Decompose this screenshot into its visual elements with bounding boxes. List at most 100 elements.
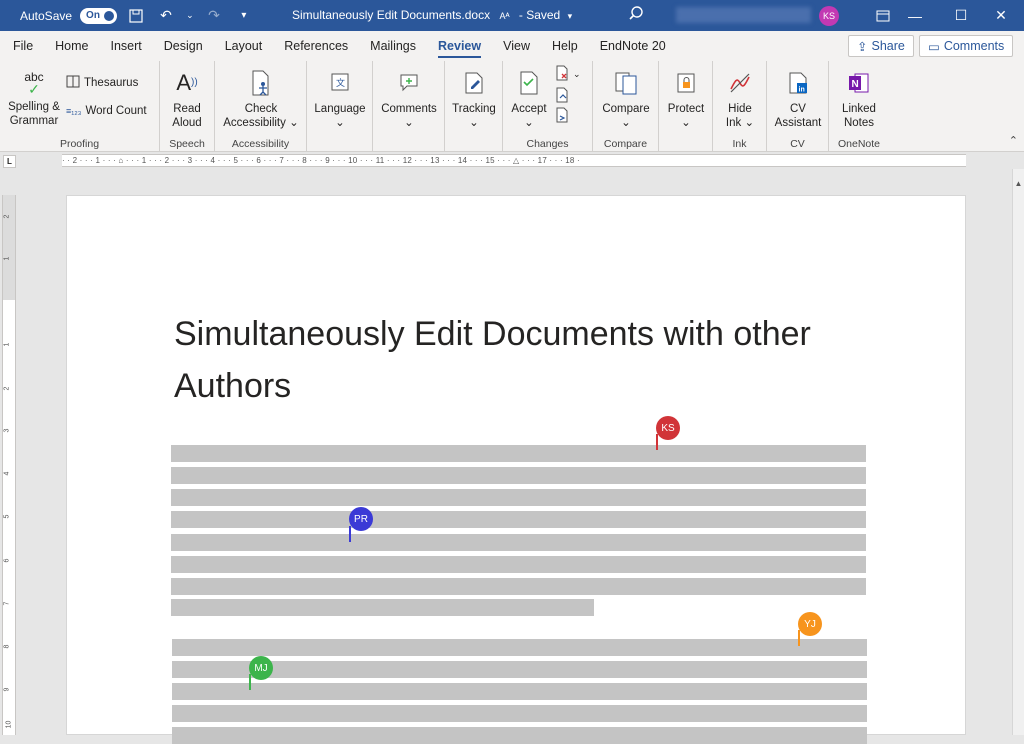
tab-insert[interactable]: Insert	[100, 31, 153, 61]
hide-ink-button[interactable]: Hide Ink ⌄	[717, 67, 763, 130]
vruler-mark: 1	[3, 342, 11, 347]
collaborator-cursor-pr[interactable]: PR	[349, 507, 373, 531]
protect-button[interactable]: Protect ⌄	[663, 67, 709, 130]
chevron-down-icon: ⌄	[469, 117, 479, 129]
scroll-up-icon[interactable]: ▲	[1013, 179, 1024, 189]
text-line-placeholder[interactable]	[172, 639, 867, 656]
minimize-icon[interactable]: —	[892, 0, 938, 31]
group-comments: Comments ⌄	[373, 61, 445, 152]
vruler-mark: 6	[3, 558, 11, 563]
svg-text:in: in	[799, 87, 805, 94]
chevron-down-icon: ⌄	[335, 117, 345, 129]
text-line-placeholder[interactable]	[171, 467, 866, 484]
text-line-placeholder[interactable]	[171, 489, 866, 506]
reject-icon	[555, 65, 569, 84]
share-button[interactable]: ⇪ Share	[848, 35, 914, 57]
tab-file[interactable]: File	[2, 31, 44, 61]
collaborator-cursor-yj[interactable]: YJ	[798, 612, 822, 636]
text-line-placeholder[interactable]	[172, 683, 867, 700]
thesaurus-button[interactable]: Thesaurus	[66, 75, 138, 91]
tab-endnote[interactable]: EndNote 20	[589, 31, 677, 61]
collaborator-cursor-mj[interactable]: MJ	[249, 656, 273, 680]
cv-assistant-button[interactable]: in CV Assistant	[771, 67, 825, 130]
tracking-button[interactable]: Tracking ⌄	[449, 67, 499, 130]
tab-help[interactable]: Help	[541, 31, 589, 61]
language-icon: 文	[327, 67, 353, 99]
collapse-ribbon-icon[interactable]: ⌃	[1009, 134, 1018, 147]
vertical-ruler[interactable]: 2 1 1 2 3 4 5 6 7 8 9 10	[2, 195, 16, 735]
tab-layout[interactable]: Layout	[214, 31, 274, 61]
text-line-placeholder[interactable]	[171, 578, 866, 595]
document-page[interactable]: Simultaneously Edit Documents with other…	[66, 195, 966, 744]
previous-change-button[interactable]	[555, 87, 569, 106]
reject-button[interactable]: ⌄	[555, 65, 581, 84]
autosave-state: On	[86, 10, 100, 21]
group-onenote: N Linked Notes OneNote	[829, 61, 889, 152]
accessibility-group-label: Accessibility	[231, 138, 290, 150]
text-line-placeholder[interactable]	[172, 705, 867, 722]
tab-design[interactable]: Design	[153, 31, 214, 61]
text-line-placeholder[interactable]	[171, 556, 866, 573]
language-label: Language	[314, 103, 366, 115]
collaborator-cursor-ks[interactable]: KS	[656, 416, 680, 440]
document-title-bar[interactable]: Simultaneously Edit Documents.docx Aᴬ - …	[292, 8, 572, 22]
chevron-down-icon: ▾	[567, 11, 573, 21]
collaborator-caret-mj	[249, 674, 251, 690]
save-icon[interactable]	[125, 5, 147, 27]
chevron-down-icon: ⌄	[621, 117, 631, 129]
tab-home[interactable]: Home	[44, 31, 99, 61]
collaborator-caret-yj	[798, 630, 800, 646]
spelling-label-1: Spelling &	[8, 101, 60, 113]
tab-selector[interactable]: L	[3, 155, 16, 168]
text-line-placeholder[interactable]	[172, 661, 867, 678]
ink-group-label: Ink	[732, 138, 747, 150]
comments-ribbon-button[interactable]: Comments ⌄	[377, 67, 441, 130]
search-icon[interactable]	[628, 4, 644, 27]
text-line-placeholder[interactable]	[171, 534, 866, 551]
group-accessibility: Check Accessibility ⌄ Accessibility	[215, 61, 307, 152]
undo-icon[interactable]: ↶	[155, 5, 177, 27]
track-changes-icon	[461, 67, 487, 99]
group-ink: Hide Ink ⌄ Ink	[713, 61, 767, 152]
accept-button[interactable]: Accept ⌄	[507, 67, 551, 130]
lock-icon	[673, 67, 699, 99]
word-count-label: Word Count	[85, 105, 147, 117]
hide-ink-label-2-wrap: Ink ⌄	[725, 117, 755, 129]
undo-dropdown-icon[interactable]: ⌄	[185, 5, 195, 27]
redo-icon[interactable]: ↷	[203, 5, 225, 27]
spelling-grammar-button[interactable]: abc ✓ Spelling & Grammar	[6, 67, 62, 128]
account-name[interactable]	[676, 7, 811, 23]
tab-view[interactable]: View	[492, 31, 541, 61]
avatar[interactable]: KS	[819, 6, 839, 26]
comments-button[interactable]: ▭ Comments	[919, 35, 1014, 57]
customize-toolbar-icon[interactable]: ▾	[233, 5, 255, 27]
chevron-down-icon: ⌄	[524, 117, 534, 129]
text-line-placeholder[interactable]	[171, 599, 594, 616]
ink-icon	[727, 67, 753, 99]
document-heading[interactable]: Simultaneously Edit Documents with other…	[174, 308, 814, 412]
compare-button[interactable]: Compare ⌄	[597, 67, 655, 130]
vertical-scrollbar[interactable]: ▲	[1012, 169, 1024, 735]
save-status: - Saved	[518, 8, 561, 22]
check-label-2-wrap: Accessibility ⌄	[223, 117, 299, 129]
tab-mailings[interactable]: Mailings	[359, 31, 427, 61]
changes-group-label: Changes	[526, 138, 569, 150]
chevron-down-icon: ⌄	[573, 69, 581, 79]
word-count-button[interactable]: ≡₁₂₃ Word Count	[66, 105, 147, 117]
quick-access-toolbar: AutoSave On ↶ ⌄ ↷ ▾	[0, 5, 255, 27]
tab-references[interactable]: References	[273, 31, 359, 61]
read-aloud-label-2: Aloud	[172, 117, 202, 129]
text-line-placeholder[interactable]	[171, 445, 866, 462]
language-button[interactable]: 文 Language ⌄	[311, 67, 369, 130]
ribbon: abc ✓ Spelling & Grammar Thesaurus ≡₁₂₃ …	[0, 61, 1024, 152]
check-accessibility-button[interactable]: Check Accessibility ⌄	[219, 67, 303, 130]
ruler-scale[interactable]: · · 2 · · · 1 · · · ⌂ · · · 1 · · · 2 · …	[62, 154, 966, 167]
read-aloud-button[interactable]: A)) Read Aloud	[166, 67, 208, 130]
tab-review[interactable]: Review	[427, 31, 492, 61]
text-line-placeholder[interactable]	[171, 511, 866, 528]
autosave-toggle[interactable]: On	[80, 7, 117, 24]
close-icon[interactable]: ✕	[978, 0, 1024, 31]
linked-notes-button[interactable]: N Linked Notes	[833, 67, 885, 130]
next-change-button[interactable]	[555, 107, 569, 126]
text-line-placeholder[interactable]	[172, 727, 867, 744]
